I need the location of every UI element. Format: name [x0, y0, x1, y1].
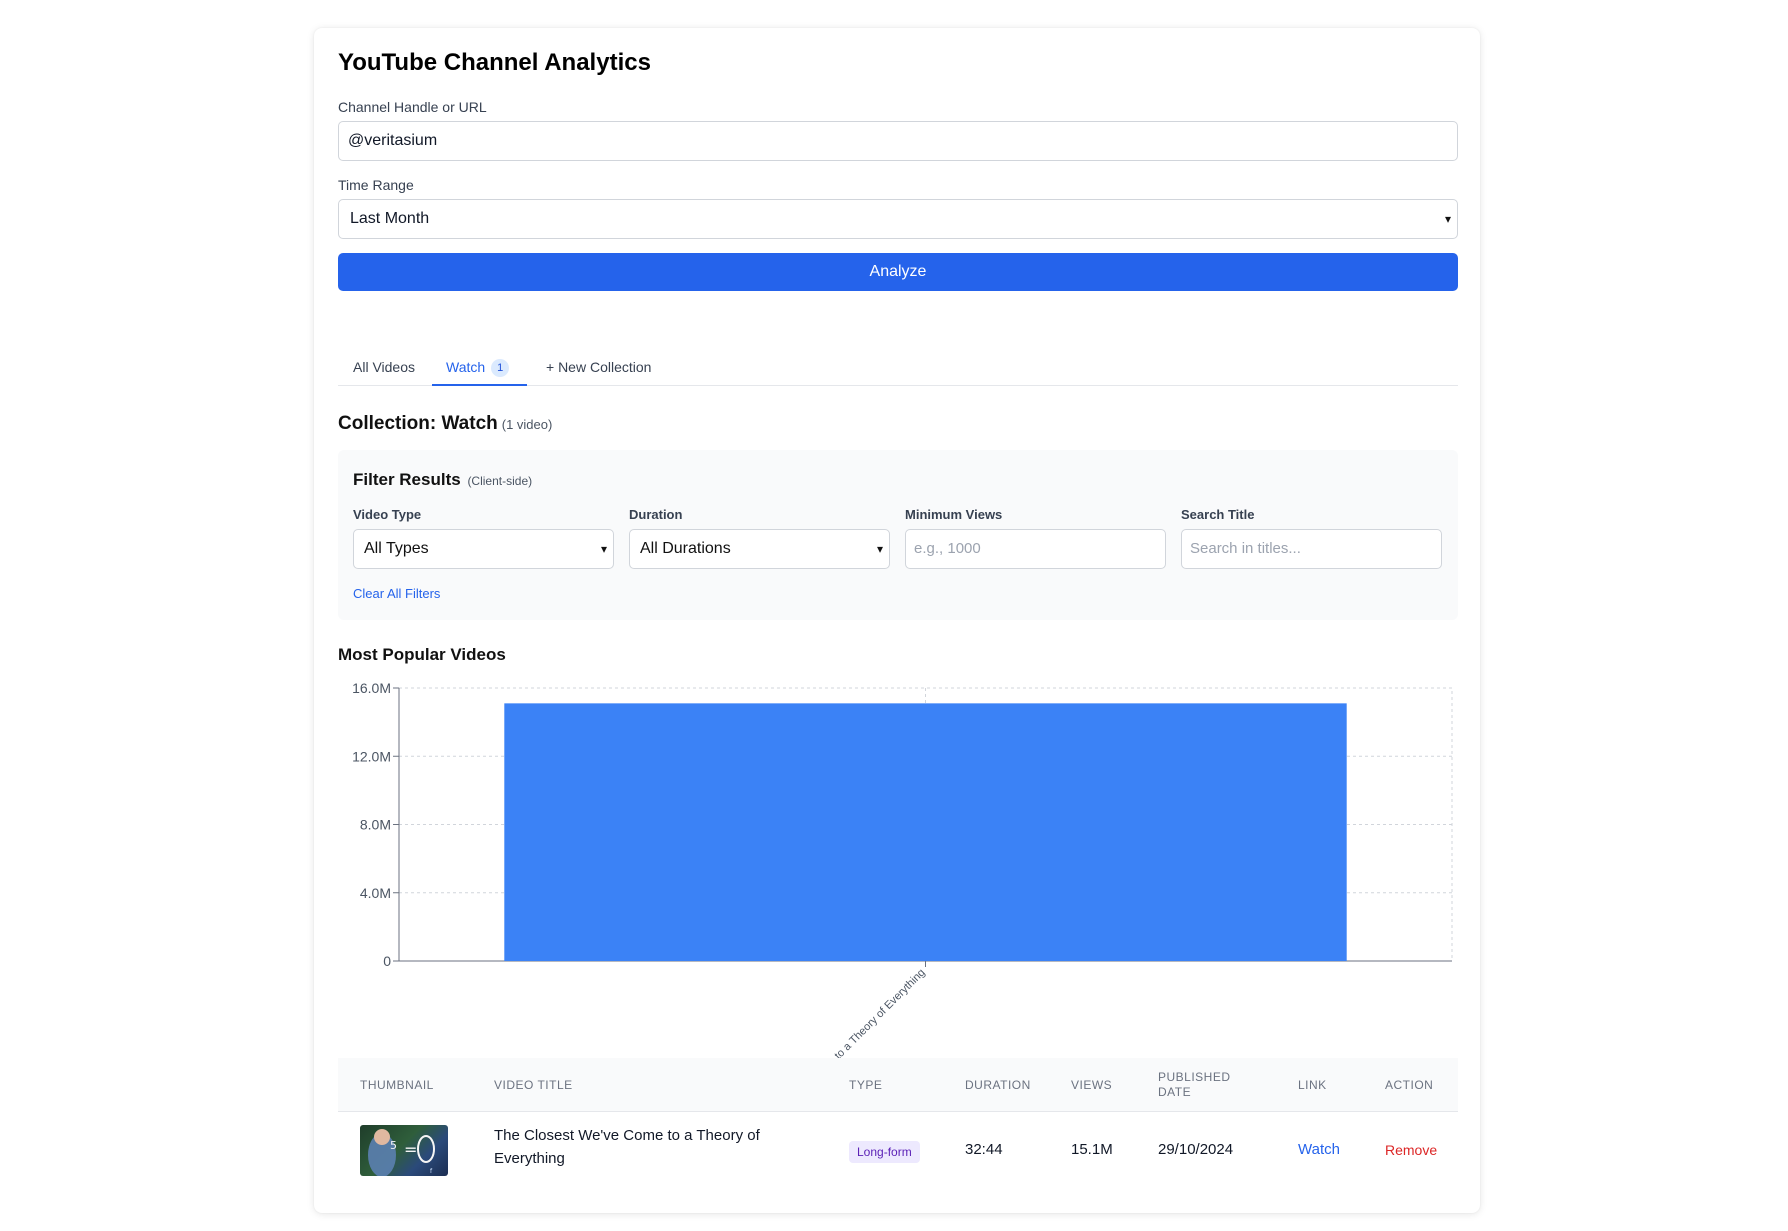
tab-watch[interactable]: Watch 1 — [446, 359, 510, 377]
video-thumbnail[interactable]: = 5 f — [360, 1125, 448, 1176]
chevron-down-icon: ▾ — [600, 542, 607, 556]
search-title-label: Search Title — [1181, 507, 1255, 522]
table-row: = 5 f The Closest We've Come to a Theory… — [338, 1112, 1458, 1192]
collection-title: Collection: Watch — [338, 413, 498, 434]
y-tick-label: 4.0M — [360, 885, 391, 901]
watch-link[interactable]: Watch — [1298, 1141, 1340, 1158]
collection-tabs: All Videos Watch 1 + New Collection — [338, 348, 1458, 386]
clear-filters-link[interactable]: Clear All Filters — [353, 586, 440, 601]
th-duration: Duration — [965, 1078, 1031, 1092]
min-views-input[interactable]: e.g., 1000 — [905, 529, 1166, 569]
svg-text:=: = — [404, 1140, 417, 1159]
th-published: Published Date — [1158, 1070, 1231, 1099]
video-views: 15.1M — [1071, 1141, 1113, 1158]
analyze-button[interactable]: Analyze — [338, 253, 1458, 291]
min-views-label: Minimum Views — [905, 507, 1003, 522]
type-badge: Long-form — [849, 1141, 920, 1163]
th-link: Link — [1298, 1078, 1327, 1092]
time-range-label: Time Range — [338, 177, 414, 193]
video-type-value: All Types — [364, 540, 429, 557]
filter-panel: Filter Results (Client-side) Video Type … — [338, 450, 1458, 620]
y-tick-label: 0 — [383, 953, 391, 969]
time-range-value: Last Month — [350, 210, 430, 227]
duration-select[interactable]: All Durations ▾ — [629, 529, 890, 569]
video-duration: 32:44 — [965, 1141, 1003, 1158]
search-title-filter: Search Title Search in titles... — [1181, 507, 1442, 569]
svg-text:f: f — [430, 1168, 433, 1175]
table-header: Thumbnail Video Title Type Duration View… — [338, 1058, 1458, 1112]
y-tick-label: 8.0M — [360, 817, 391, 833]
filter-heading: Filter Results (Client-side) — [353, 470, 532, 490]
tab-count-badge: 1 — [491, 359, 510, 377]
y-tick-label: 16.0M — [352, 680, 391, 696]
th-action: Action — [1385, 1078, 1434, 1092]
filter-title: Filter Results — [353, 470, 461, 489]
collection-count: (1 video) — [501, 417, 553, 432]
chart-title: Most Popular Videos — [338, 645, 506, 664]
video-type-label: Video Type — [353, 507, 422, 522]
search-title-input[interactable]: Search in titles... — [1181, 529, 1442, 569]
x-tick-label: to a Theory of Everything — [832, 967, 927, 1062]
video-type-select[interactable]: All Types ▾ — [353, 529, 614, 569]
duration-filter: Duration All Durations ▾ — [629, 507, 890, 569]
duration-label: Duration — [629, 507, 683, 522]
th-title: Video Title — [494, 1078, 573, 1092]
duration-value: All Durations — [640, 540, 731, 557]
th-type: Type — [849, 1078, 883, 1092]
time-range-select[interactable]: Last Month ▾ — [338, 199, 1458, 239]
analytics-card: YouTube Channel Analytics Channel Handle… — [314, 28, 1480, 1213]
collection-heading: Collection: Watch (1 video) — [338, 413, 552, 435]
tab-all-videos[interactable]: All Videos — [353, 359, 415, 375]
filter-subtitle: (Client-side) — [467, 474, 533, 488]
th-thumbnail: Thumbnail — [360, 1078, 434, 1092]
chevron-down-icon: ▾ — [1444, 212, 1451, 226]
new-collection-button[interactable]: + New Collection — [546, 359, 651, 375]
video-published: 29/10/2024 — [1158, 1141, 1234, 1158]
popular-videos-chart: 0 4.0M 8.0M 12.0M 16.0M to a Theory of Everyt… — [352, 680, 1453, 1062]
chevron-down-icon: ▾ — [876, 542, 883, 556]
page-title: YouTube Channel Analytics — [338, 49, 651, 76]
video-title: The Closest We've Come to a Theory of Ev… — [494, 1127, 760, 1167]
video-type-filter: Video Type All Types ▾ — [353, 507, 614, 569]
th-views: Views — [1071, 1078, 1113, 1092]
svg-text:5: 5 — [390, 1139, 397, 1152]
y-tick-label: 12.0M — [352, 748, 391, 764]
remove-button[interactable]: Remove — [1385, 1142, 1437, 1158]
channel-input[interactable]: @veritasium — [338, 121, 1458, 161]
tab-watch-label: Watch — [446, 359, 486, 375]
min-views-filter: Minimum Views e.g., 1000 — [905, 507, 1166, 569]
channel-label: Channel Handle or URL — [338, 99, 487, 115]
chart-bar — [504, 703, 1347, 961]
active-tab-indicator — [432, 384, 527, 386]
